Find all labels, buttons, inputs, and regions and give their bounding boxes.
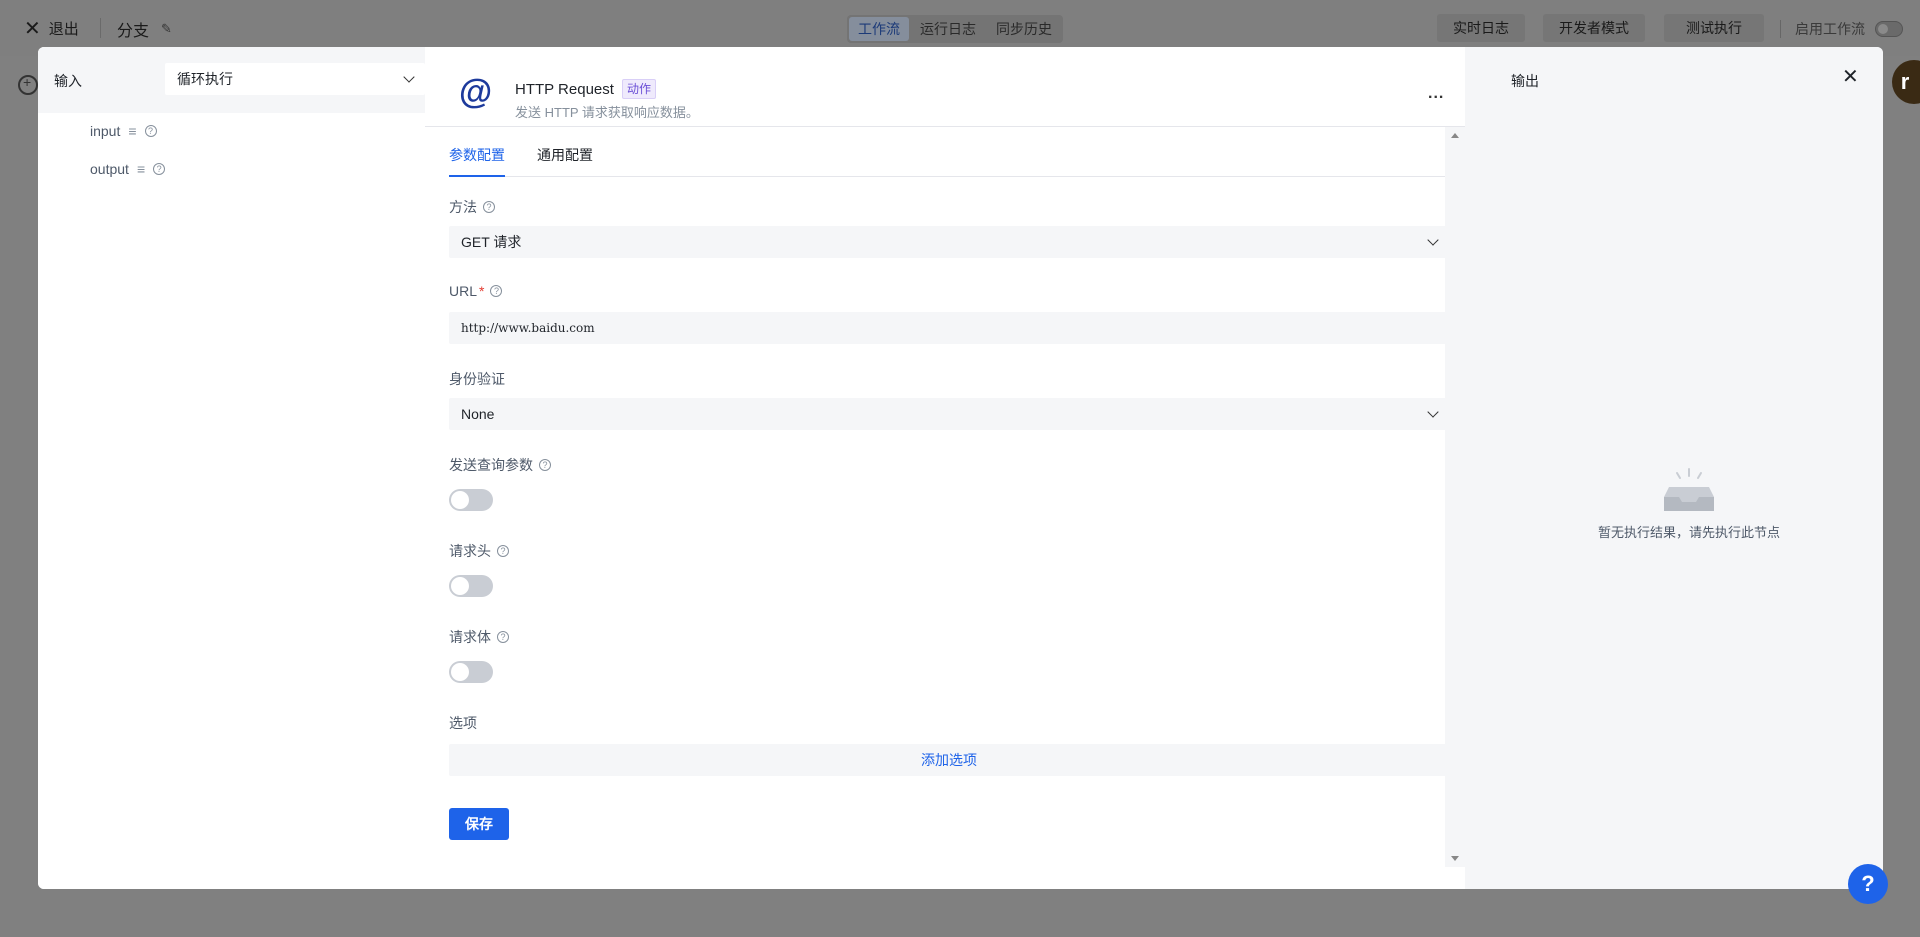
url-value: http://www.baidu.com bbox=[461, 321, 595, 335]
method-value: GET 请求 bbox=[461, 234, 522, 250]
tab-workflow[interactable]: 工作流 bbox=[849, 17, 909, 41]
node-header: @ HTTP Request 动作 发送 HTTP 请求获取响应数据。 ... bbox=[425, 47, 1465, 127]
headers-label: 请求头 ? bbox=[449, 541, 509, 561]
list-icon: ≡ bbox=[136, 161, 146, 177]
url-input[interactable]: http://www.baidu.com bbox=[449, 312, 1449, 344]
exit-label: 退出 bbox=[48, 21, 79, 38]
body-toggle[interactable] bbox=[449, 661, 493, 683]
required-mark: * bbox=[479, 283, 485, 299]
help-icon[interactable]: ? bbox=[497, 545, 509, 557]
more-icon[interactable]: ... bbox=[1428, 85, 1444, 103]
help-icon[interactable]: ? bbox=[144, 125, 157, 137]
scroll-down-arrow-icon[interactable] bbox=[1451, 856, 1459, 861]
auth-label-text: 身份验证 bbox=[449, 371, 505, 387]
avatar[interactable]: r bbox=[1892, 60, 1920, 104]
scroll-up-arrow-icon[interactable] bbox=[1451, 133, 1459, 138]
query-params-toggle[interactable] bbox=[449, 489, 493, 511]
loop-select[interactable]: 循环执行 bbox=[165, 63, 425, 95]
empty-state-text: 暂无执行结果，请先执行此节点 bbox=[1597, 525, 1780, 540]
empty-inbox-icon bbox=[1664, 468, 1714, 511]
view-tabs: 工作流 运行日志 同步历史 bbox=[847, 15, 1063, 43]
options-label: 选项 bbox=[449, 713, 477, 733]
divider bbox=[100, 18, 101, 38]
node-title-text: HTTP Request bbox=[515, 80, 614, 98]
help-icon[interactable]: ? bbox=[539, 459, 551, 471]
flow-name[interactable]: 分支 ✎ bbox=[117, 17, 172, 41]
close-icon[interactable]: ✕ bbox=[1842, 67, 1859, 87]
headers-label-text: 请求头 bbox=[449, 543, 491, 559]
body-label: 请求体 ? bbox=[449, 627, 509, 647]
enable-workflow-label: 启用工作流 bbox=[1795, 21, 1865, 37]
active-tab-indicator bbox=[449, 175, 505, 177]
help-icon[interactable]: ? bbox=[497, 631, 509, 643]
realtime-log-button[interactable]: 实时日志 bbox=[1437, 14, 1525, 42]
variable-item[interactable]: input ≡ ? bbox=[90, 123, 157, 139]
node-title: HTTP Request 动作 bbox=[515, 79, 656, 99]
auth-select[interactable]: None bbox=[449, 398, 1449, 430]
save-button[interactable]: 保存 bbox=[449, 808, 509, 840]
node-config-panel: @ HTTP Request 动作 发送 HTTP 请求获取响应数据。 ... … bbox=[425, 47, 1465, 889]
flow-name-label: 分支 bbox=[117, 23, 150, 40]
tab-general-config[interactable]: 通用配置 bbox=[537, 145, 593, 165]
auth-value: None bbox=[461, 406, 495, 422]
query-params-label-text: 发送查询参数 bbox=[449, 457, 533, 473]
config-scroll-area: 参数配置 通用配置 方法 ? GET 请求 URL * ? http://www… bbox=[425, 127, 1449, 889]
tab-param-config[interactable]: 参数配置 bbox=[449, 145, 505, 165]
output-panel: 输出 ✕ 暂无执行结果，请先执行此节点 bbox=[1495, 47, 1883, 889]
node-type-tag: 动作 bbox=[621, 79, 656, 99]
empty-state: 暂无执行结果，请先执行此节点 bbox=[1495, 467, 1883, 541]
divider bbox=[1780, 20, 1781, 38]
loop-select-value: 循环执行 bbox=[177, 71, 233, 87]
url-label: URL * ? bbox=[449, 283, 503, 299]
zoom-in-icon[interactable] bbox=[18, 74, 38, 95]
help-icon[interactable]: ? bbox=[490, 285, 503, 297]
tab-sync-history[interactable]: 同步历史 bbox=[987, 17, 1061, 41]
test-run-button[interactable]: 测试执行 bbox=[1664, 14, 1764, 42]
developer-mode-button[interactable]: 开发者模式 bbox=[1543, 14, 1645, 42]
add-option-button[interactable]: 添加选项 bbox=[449, 744, 1449, 776]
config-tabs: 参数配置 通用配置 bbox=[449, 127, 1449, 177]
node-config-modal: 输入 循环执行 input ≡ ? output ≡ ? @ HTTP Requ… bbox=[38, 47, 1883, 889]
headers-toggle[interactable] bbox=[449, 575, 493, 597]
chevron-down-icon bbox=[1427, 234, 1439, 246]
query-params-label: 发送查询参数 ? bbox=[449, 455, 551, 475]
auth-label: 身份验证 bbox=[449, 369, 505, 389]
help-button[interactable]: ? bbox=[1848, 864, 1888, 904]
variable-item[interactable]: output ≡ ? bbox=[90, 161, 166, 177]
input-panel-title: 输入 bbox=[54, 73, 82, 89]
exit-button[interactable]: ✕ 退出 bbox=[24, 18, 79, 39]
input-panel-header: 输入 循环执行 bbox=[38, 47, 425, 113]
method-label: 方法 ? bbox=[449, 197, 495, 217]
options-label-text: 选项 bbox=[449, 715, 477, 731]
help-icon[interactable]: ? bbox=[483, 201, 495, 213]
chevron-down-icon bbox=[403, 71, 415, 83]
close-icon: ✕ bbox=[24, 17, 41, 40]
method-select[interactable]: GET 请求 bbox=[449, 226, 1449, 258]
http-at-icon: @ bbox=[459, 73, 493, 111]
url-label-text: URL bbox=[449, 283, 478, 299]
enable-workflow-toggle[interactable] bbox=[1875, 21, 1903, 37]
list-icon: ≡ bbox=[128, 123, 137, 139]
variable-name: input bbox=[90, 123, 121, 139]
variable-name: output bbox=[90, 161, 129, 177]
method-label-text: 方法 bbox=[449, 199, 477, 215]
node-description: 发送 HTTP 请求获取响应数据。 bbox=[515, 105, 699, 120]
edit-icon[interactable]: ✎ bbox=[161, 21, 172, 37]
scrollbar[interactable] bbox=[1445, 127, 1465, 867]
enable-workflow: 启用工作流 bbox=[1780, 19, 1903, 39]
output-panel-title: 输出 bbox=[1511, 73, 1539, 89]
chevron-down-icon bbox=[1427, 406, 1439, 418]
tab-run-log[interactable]: 运行日志 bbox=[911, 17, 985, 41]
input-panel: 输入 循环执行 input ≡ ? output ≡ ? bbox=[38, 47, 425, 889]
help-icon[interactable]: ? bbox=[153, 163, 166, 175]
body-label-text: 请求体 bbox=[449, 629, 491, 645]
